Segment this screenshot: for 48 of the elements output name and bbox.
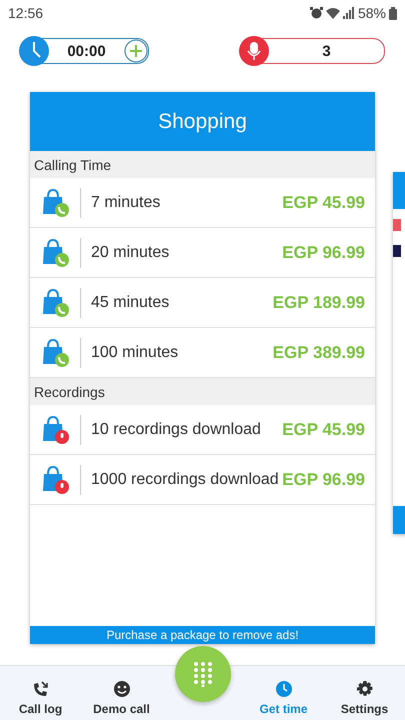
shopping-bag-icon	[40, 288, 70, 318]
timer-pill[interactable]: 00:00	[20, 38, 149, 64]
package-row[interactable]: 10 recordings download EGP 45.99	[30, 405, 375, 455]
plus-icon[interactable]	[124, 39, 148, 63]
package-label: 10 recordings download	[91, 420, 262, 438]
dialpad-icon	[192, 661, 212, 687]
package-label: 45 minutes	[91, 294, 170, 312]
shopping-bag-icon	[40, 238, 70, 268]
package-price: EGP 45.99	[282, 420, 365, 440]
settings-icon	[356, 680, 374, 698]
section-title: Recordings	[34, 384, 105, 400]
package-row[interactable]: 7 minutes EGP 45.99	[30, 178, 375, 228]
section-title: Calling Time	[34, 156, 112, 172]
nav-tab[interactable]: Demo call	[81, 680, 162, 716]
card-title: Shopping	[158, 110, 247, 134]
wifi-icon	[326, 7, 340, 19]
alarm-icon	[310, 7, 323, 19]
nav-tab[interactable]: Call log	[0, 680, 81, 716]
package-price: EGP 96.99	[282, 470, 365, 490]
package-row[interactable]: 20 minutes EGP 96.99	[30, 228, 375, 278]
package-price: EGP 96.99	[282, 242, 365, 262]
package-label: 1000 recordings download	[91, 470, 280, 488]
shopping-bag-icon	[40, 338, 70, 368]
timer-value: 00:00	[66, 42, 107, 60]
shopping-bag-icon	[40, 414, 70, 444]
package-price: EGP 189.99	[272, 292, 365, 312]
clock-icon	[274, 680, 292, 698]
signal-icon	[342, 7, 355, 19]
package-price: EGP 45.99	[282, 192, 365, 212]
recordings-count: 3	[321, 42, 332, 60]
package-label: 7 minutes	[91, 194, 162, 212]
battery-percent: 58%	[358, 5, 386, 21]
clock-icon	[19, 36, 49, 66]
microphone-icon	[239, 36, 269, 66]
status-time: 12:56	[8, 5, 44, 21]
phone-arrows-icon	[32, 680, 50, 698]
package-label: 20 minutes	[91, 244, 170, 262]
shopping-bag-icon	[40, 188, 70, 218]
battery-icon	[389, 6, 397, 20]
package-price: EGP 389.99	[272, 342, 365, 362]
package-row[interactable]: 1000 recordings download EGP 96.99	[30, 455, 375, 505]
recordings-pill[interactable]: 3	[240, 38, 385, 64]
ad-banner-text: Purchase a package to remove ads!	[106, 628, 299, 642]
smiley-icon	[112, 680, 130, 698]
package-label: 100 minutes	[91, 344, 180, 362]
shopping-bag-icon	[40, 464, 70, 494]
package-row[interactable]: 45 minutes EGP 189.99	[30, 278, 375, 328]
nav-tab[interactable]: Settings	[324, 680, 405, 716]
